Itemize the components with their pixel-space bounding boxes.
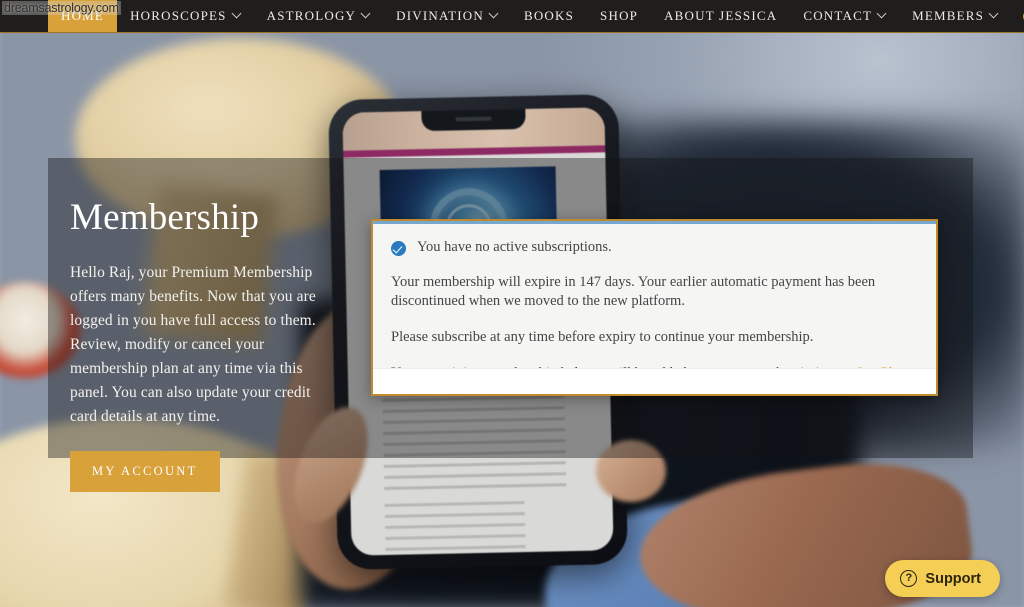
nav-item-label: ABOUT JESSICA	[664, 8, 778, 23]
nav-item-members[interactable]: MEMBERS	[899, 0, 1011, 32]
subscription-status-row: You have no active subscriptions.	[391, 238, 918, 257]
main-navigation-bar: HOME HOROSCOPES ASTROLOGY DIVINATION BOO…	[0, 0, 1024, 33]
chevron-down-icon	[878, 10, 886, 18]
subscription-status-panel: You have no active subscriptions. Your m…	[371, 219, 938, 396]
chevron-down-icon	[233, 10, 241, 18]
support-button[interactable]: ? Support	[885, 560, 1000, 597]
support-button-label: Support	[925, 570, 981, 587]
nav-item-label: CONTACT	[803, 8, 873, 23]
subscription-panel-body: You have no active subscriptions. Your m…	[373, 224, 936, 383]
question-circle-icon: ?	[900, 570, 918, 587]
page-title: Membership	[70, 197, 260, 238]
my-account-button[interactable]: MY ACCOUNT	[70, 450, 220, 492]
nav-item-about-jessica[interactable]: ABOUT JESSICA	[651, 0, 790, 32]
phone-screen-text-lines-2	[384, 501, 526, 552]
check-circle-icon	[391, 241, 406, 256]
nav-search-button[interactable]	[1011, 0, 1024, 32]
nav-item-label: BOOKS	[523, 8, 575, 23]
site-watermark: dreamsastrology.com	[2, 1, 121, 15]
chevron-down-icon	[362, 10, 370, 18]
nav-item-label: HOROSCOPES	[130, 8, 227, 23]
nav-item-horoscopes[interactable]: HOROSCOPES	[117, 0, 254, 32]
nav-item-label: MEMBERS	[912, 8, 985, 23]
nav-item-shop[interactable]: SHOP	[587, 0, 651, 32]
phone-notch	[421, 108, 526, 132]
nav-item-books[interactable]: BOOKS	[511, 0, 587, 32]
phone-speaker	[455, 116, 492, 122]
expiry-notice-paragraph: Your membership will expire in 147 days.…	[391, 273, 876, 310]
subscription-status-text: You have no active subscriptions.	[417, 239, 612, 255]
nav-item-divination[interactable]: DIVINATION	[383, 0, 511, 32]
subscription-panel-footer	[373, 368, 936, 394]
chevron-down-icon	[490, 10, 498, 18]
membership-intro-column: Membership Hello Raj, your Premium Membe…	[70, 197, 340, 492]
nav-item-label: DIVINATION	[396, 8, 484, 23]
nav-item-contact[interactable]: CONTACT	[790, 0, 899, 32]
nav-item-astrology[interactable]: ASTROLOGY	[254, 0, 384, 32]
subscribe-prompt-paragraph: Please subscribe at any time before expi…	[391, 328, 814, 345]
membership-intro-text: Hello Raj, your Premium Membership offer…	[70, 263, 316, 425]
nav-item-label: SHOP	[600, 8, 639, 23]
nav-item-label: ASTROLOGY	[266, 8, 357, 23]
chevron-down-icon	[990, 10, 998, 18]
